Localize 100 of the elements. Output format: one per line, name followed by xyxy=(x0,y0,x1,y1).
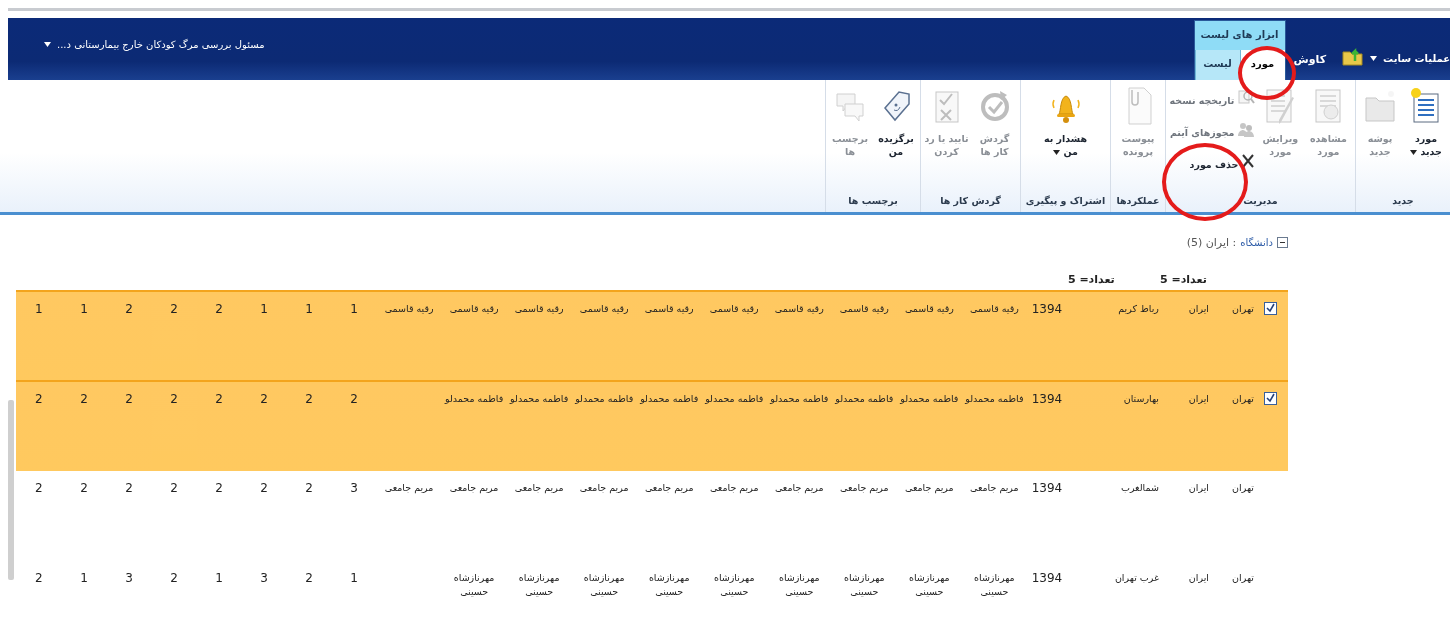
site-actions-menu[interactable]: عملیات سایت xyxy=(1364,53,1450,80)
table-cell: تهران xyxy=(1208,291,1254,381)
ribbon-group-label: اشتراک و پیگیری xyxy=(1024,195,1107,209)
table-cell: 2 xyxy=(16,381,62,471)
table-cell: تهران xyxy=(1208,381,1254,471)
table-cell: مریم جامعی xyxy=(701,471,767,561)
table-cell: 1 xyxy=(61,291,107,381)
table-cell: 3 xyxy=(331,471,377,561)
table-cell: ایران xyxy=(1158,471,1209,561)
table-cell: رقیه قاسمی xyxy=(506,291,572,381)
table-cell: مریم جامعی xyxy=(441,471,507,561)
table-cell: شمالغرب xyxy=(1066,471,1159,561)
table-cell-text: 1394 xyxy=(1030,570,1064,587)
table-cell: مریم جامعی xyxy=(506,471,572,561)
table-cell: فاطمه محمدلو xyxy=(636,381,702,471)
table-cell-text: 2 xyxy=(169,570,179,587)
table-cell: 2 xyxy=(196,291,242,381)
table-cell-text: 3 xyxy=(259,570,269,587)
table-cell: رقیه قاسمی xyxy=(961,291,1027,381)
table-cell: ایران xyxy=(1158,561,1209,631)
table-cell: 2 xyxy=(16,471,62,561)
table-cell: 2 xyxy=(196,381,242,471)
table-cell: فاطمه محمدلو xyxy=(766,381,832,471)
table-cell: 2 xyxy=(241,471,287,561)
table-cell: 1394 xyxy=(1026,381,1067,471)
table-cell: ایران xyxy=(1158,291,1209,381)
table-cell: 1394 xyxy=(1026,471,1067,561)
table-cell: 2 xyxy=(61,471,107,561)
table-cell: فاطمه محمدلو xyxy=(701,381,767,471)
table-cell: رقیه قاسمی xyxy=(831,291,897,381)
table-cell: رقیه قاسمی xyxy=(896,291,962,381)
ribbon-button[interactable]: هشدار به من xyxy=(1042,86,1089,195)
table-cell-text: مهرنازشاه حسینی xyxy=(712,571,756,599)
table-cell: 1 xyxy=(16,291,62,381)
table-cell: فاطمه محمدلو xyxy=(896,381,962,471)
table-cell: مریم جامعی xyxy=(831,471,897,561)
count-total: تعداد= 5 xyxy=(1066,253,1159,291)
ribbon-tab[interactable]: لیست xyxy=(1194,50,1240,80)
table-cell: 2 xyxy=(106,471,152,561)
table-cell: 2 xyxy=(286,471,332,561)
table-cell: مریم جامعی xyxy=(896,471,962,561)
table-cell: 2 xyxy=(196,471,242,561)
table-cell: مریم جامعی xyxy=(571,471,637,561)
table-cell-text: 2 xyxy=(33,570,44,587)
ribbon-group-label: جدید xyxy=(1391,195,1415,208)
table-cell: رقیه قاسمی xyxy=(701,291,767,381)
table-cell: رقیه قاسمی xyxy=(441,291,507,381)
table-cell: 2 xyxy=(106,291,152,381)
ribbon-button[interactable]: برگزیده من xyxy=(874,86,918,195)
table-cell: فاطمه محمدلو xyxy=(441,381,507,471)
table-cell-text: 1 xyxy=(214,570,224,587)
table-cell-text: 1 xyxy=(79,570,89,587)
group-header-link[interactable]: دانشگاه xyxy=(1240,236,1273,248)
table-cell-text: مهرنازشاه حسینی xyxy=(777,571,821,599)
table-cell: 2 xyxy=(331,381,377,471)
ribbon-button[interactable]: حذف مورد xyxy=(1169,152,1256,176)
ribbon-group-label: عملکردها xyxy=(1115,195,1161,209)
table-cell: مریم جامعی xyxy=(766,471,832,561)
table-cell: مریم جامعی xyxy=(961,471,1027,561)
table-cell-text: 3 xyxy=(124,570,134,587)
table-cell-text: مهرنازشاه حسینی xyxy=(582,571,626,599)
table-cell: 2 xyxy=(286,381,332,471)
table-cell: 2 xyxy=(241,381,287,471)
table-cell: تهران xyxy=(1208,471,1254,561)
table-cell: 2 xyxy=(151,291,197,381)
table-cell-text: مهرنازشاه حسینی xyxy=(647,571,691,599)
breadcrumb-menu[interactable]: مسئول بررسی مرگ کودکان خارج بیمارستانی د... xyxy=(8,39,265,80)
count-total: تعداد= 5 xyxy=(1158,253,1209,291)
table-cell: رقیه قاسمی xyxy=(636,291,702,381)
table-cell-text: 2 xyxy=(304,570,314,587)
table-cell: ایران xyxy=(1158,381,1209,471)
table-cell-text: مهرنازشاه حسینی xyxy=(517,571,561,599)
table-cell: رقیه قاسمی xyxy=(571,291,637,381)
ribbon-group-label: برچسب ها xyxy=(847,195,899,209)
table-cell: 1 xyxy=(286,291,332,381)
table-cell: رقیه قاسمی xyxy=(376,291,442,381)
table-cell: 1 xyxy=(331,291,377,381)
table-cell: رقیه قاسمی xyxy=(766,291,832,381)
table-cell: رباط کریم xyxy=(1066,291,1159,381)
browse-tab[interactable]: کاوش xyxy=(1285,53,1335,80)
table-cell: 2 xyxy=(61,381,107,471)
group-header-value: : ایران (5) xyxy=(1186,235,1237,249)
table-cell: بهارستان xyxy=(1066,381,1159,471)
table-cell-text: مهرنازشاه حسینی xyxy=(908,571,951,599)
table-cell: 2 xyxy=(106,381,152,471)
table-cell: فاطمه محمدلو xyxy=(831,381,897,471)
table-cell: فاطمه محمدلو xyxy=(506,381,572,471)
ribbon-group-label: مدیریت xyxy=(1242,195,1279,208)
table-cell: 1 xyxy=(241,291,287,381)
table-cell: فاطمه محمدلو xyxy=(961,381,1027,471)
table-cell-text: تهران xyxy=(1231,571,1254,585)
table-cell-text: غرب تهران xyxy=(1113,571,1159,585)
table-cell: 2 xyxy=(151,381,197,471)
table-cell-text: مهرنازشاه حسینی xyxy=(842,571,886,599)
context-group-title: ابزار های لیست xyxy=(1194,21,1285,48)
ribbon-button[interactable]: مورد جدید xyxy=(1404,86,1448,195)
table-cell-text: 1 xyxy=(349,570,359,587)
table-cell: 1394 xyxy=(1026,291,1067,381)
ribbon-group-label: گردش کار ها xyxy=(939,195,1002,209)
table-cell: فاطمه محمدلو xyxy=(571,381,637,471)
